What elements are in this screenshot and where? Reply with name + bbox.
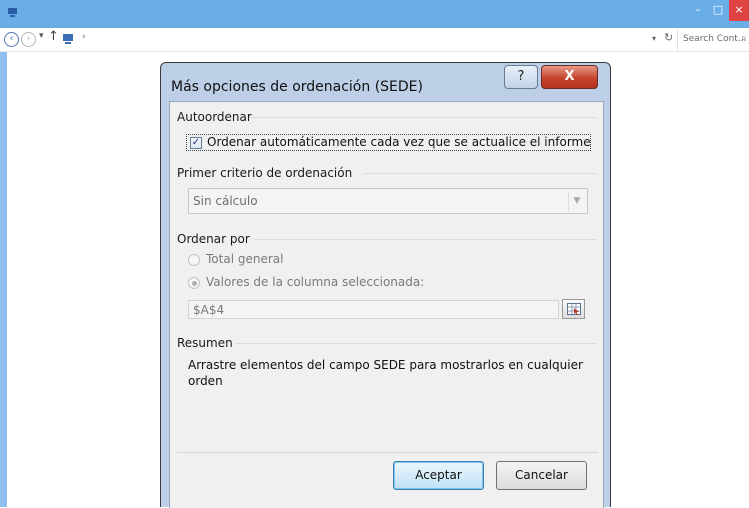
maximize-button[interactable]: □ (708, 0, 728, 21)
window-titlebar: – □ × (0, 0, 749, 28)
dialog-body: Autoordenar ✓ Ordenar automáticamente ca… (169, 101, 604, 508)
forward-button[interactable]: › (21, 32, 36, 47)
radio-button[interactable] (188, 277, 200, 289)
primary-key-heading: Primer criterio de ordenación (177, 166, 353, 180)
autosort-checkbox-label[interactable]: Ordenar automáticamente cada vez que se … (207, 135, 591, 149)
radio-grand-total[interactable]: Total general (188, 252, 488, 268)
window-close-button[interactable]: × (729, 0, 749, 21)
section-divider (254, 239, 597, 240)
summary-text: Arrastre elementos del campo SEDE para m… (188, 358, 583, 388)
address-dropdown-icon[interactable]: ▾ (652, 34, 656, 43)
autosort-section: Autoordenar (177, 110, 597, 124)
reference-input[interactable]: $A$4 (188, 300, 559, 319)
reference-value: $A$4 (193, 303, 225, 317)
dropdown-arrow-icon[interactable]: ▼ (568, 192, 585, 211)
dialog-close-button[interactable]: X (541, 65, 598, 89)
search-box[interactable]: Search Cont... ⌕ (677, 30, 749, 50)
cancel-button[interactable]: Cancelar (496, 461, 587, 490)
primary-key-section: Primer criterio de ordenación (177, 166, 597, 180)
radio-label[interactable]: Valores de la columna seleccionada: (206, 275, 424, 289)
computer-icon (63, 34, 73, 44)
radio-selected-column[interactable]: Valores de la columna seleccionada: (188, 275, 488, 291)
breadcrumb-chevron-icon[interactable]: › (82, 32, 86, 42)
section-divider (249, 117, 597, 118)
up-arrow-icon[interactable]: ↑ (48, 29, 59, 44)
autosort-checkbox[interactable]: ✓ (190, 137, 202, 149)
primary-key-dropdown[interactable]: Sin cálculo ▼ (188, 188, 588, 214)
minimize-button[interactable]: – (688, 0, 708, 21)
autosort-checkbox-row[interactable]: ✓ Ordenar automáticamente cada vez que s… (186, 134, 591, 151)
app-icon (8, 8, 17, 17)
range-picker-button[interactable] (562, 299, 585, 319)
section-divider (236, 343, 597, 344)
sort-by-section: Ordenar por (177, 232, 597, 246)
radio-button[interactable] (188, 254, 200, 266)
sort-by-heading: Ordenar por (177, 232, 250, 246)
recent-locations-icon[interactable]: ▾ (39, 31, 44, 41)
navigation-bar: ‹ › ▾ ↑ › ▾ ↻ Search Cont... ⌕ (0, 28, 749, 52)
help-button[interactable]: ? (504, 65, 538, 89)
back-button[interactable]: ‹ (4, 32, 19, 47)
ok-button[interactable]: Aceptar (393, 461, 484, 490)
refresh-icon[interactable]: ↻ (664, 31, 673, 44)
sort-options-dialog: Más opciones de ordenación (SEDE) ? X Au… (160, 62, 611, 508)
range-picker-icon (567, 303, 581, 315)
primary-key-value: Sin cálculo (193, 194, 258, 208)
section-divider (363, 173, 597, 174)
radio-label[interactable]: Total general (206, 252, 283, 266)
summary-heading: Resumen (177, 336, 233, 350)
window-left-border (0, 52, 7, 507)
dialog-title: Más opciones de ordenación (SEDE) (171, 79, 423, 95)
search-icon[interactable]: ⌕ (741, 33, 747, 44)
summary-section: Resumen (177, 336, 597, 350)
autosort-heading: Autoordenar (177, 110, 252, 124)
search-placeholder: Search Cont... (683, 34, 747, 44)
footer-divider (177, 452, 598, 453)
